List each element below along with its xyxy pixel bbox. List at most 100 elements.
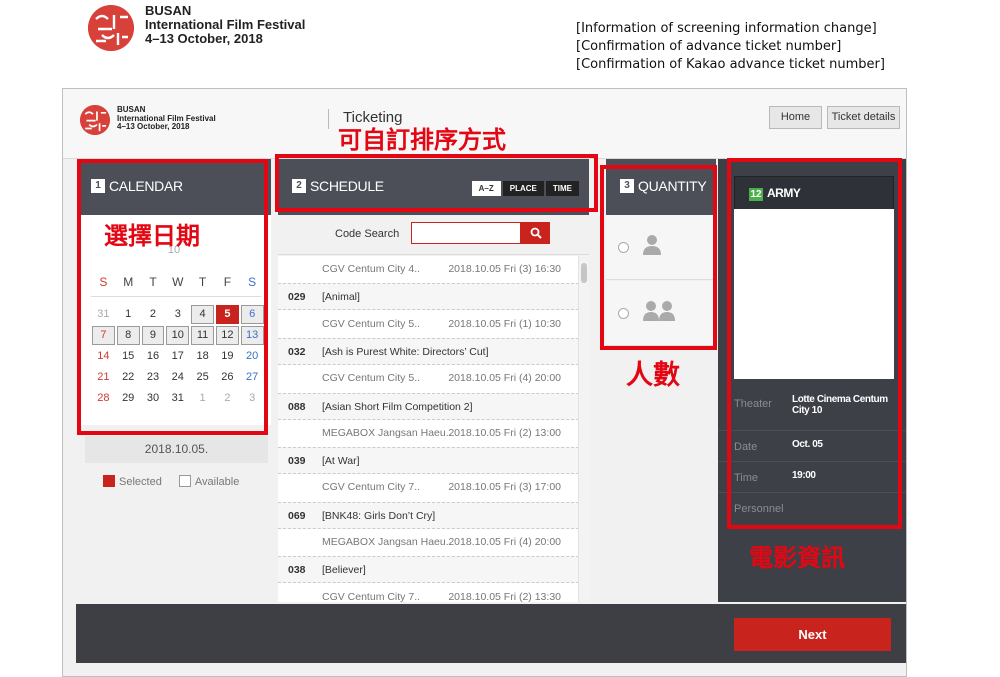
- weekday-label: T: [198, 275, 207, 289]
- quantity-title: QUANTITY: [638, 178, 707, 194]
- calendar-day[interactable]: 13: [240, 326, 264, 345]
- screening-change-link[interactable]: [Information of screening information ch…: [576, 20, 885, 38]
- selected-swatch: [103, 475, 115, 487]
- movie-row[interactable]: 069 [BNK48: Girls Don’t Cry]: [278, 501, 589, 529]
- calendar-day[interactable]: 17: [165, 347, 190, 368]
- movie-code: 039: [288, 455, 306, 468]
- legend-selected: Selected: [119, 476, 162, 488]
- sort-buttons: A–Z PLACE TIME: [470, 178, 579, 196]
- theater-row: Theater Lotte Cinema Centum City 10: [718, 382, 906, 431]
- calendar-day[interactable]: 22: [116, 368, 141, 389]
- calendar-day[interactable]: 11: [191, 326, 214, 345]
- showtime-time: 2018.10.05 Fri (1) 10:30: [448, 317, 561, 330]
- sort-az-button[interactable]: A–Z: [471, 181, 501, 196]
- movie-title-bar: 12 ARMY: [734, 176, 894, 210]
- theater-value: Lotte Cinema Centum City 10: [792, 394, 888, 416]
- calendar-day[interactable]: 30: [141, 389, 166, 410]
- calendar-day[interactable]: 10: [166, 326, 190, 345]
- calendar-day[interactable]: 31: [165, 389, 190, 410]
- calendar-day[interactable]: 27: [240, 368, 265, 389]
- calendar-day[interactable]: 3: [165, 305, 190, 326]
- step-number: 2: [292, 179, 306, 193]
- movie-row[interactable]: 039 [At War]: [278, 447, 589, 475]
- selected-date: 2018.10.05.: [85, 436, 268, 463]
- showtime-row[interactable]: MEGABOX Jangsan Haeu.. 2018.10.05 Fri (4)…: [278, 529, 589, 556]
- app-footer: Next: [76, 604, 906, 663]
- calendar-day[interactable]: 28: [91, 389, 116, 410]
- calendar-day[interactable]: 16: [141, 347, 166, 368]
- showtime-row[interactable]: CGV Centum City 5.. 2018.10.05 Fri (4) 20…: [278, 365, 589, 393]
- calendar-grid: 31 1 2 3 4 5 6 7 8 9 10 11 12 13 14 15 16 17 18 19 20 21 22 23 2…: [91, 305, 265, 410]
- time-label: Time: [734, 472, 759, 484]
- festival-logo: [80, 105, 110, 135]
- showtime-row[interactable]: CGV Centum City 5.. 2018.10.05 Fri (1) 10…: [278, 310, 589, 338]
- age-rating-badge: 12: [749, 188, 763, 201]
- quantity-radio-one[interactable]: [618, 242, 629, 253]
- ticketing-app: BUSAN International Film Festival 4–13 O…: [62, 88, 907, 677]
- home-button[interactable]: Home: [769, 106, 822, 129]
- showtime-place: CGV Centum City 4..: [322, 263, 421, 275]
- calendar-day[interactable]: 21: [91, 368, 116, 389]
- showtime-time: 2018.10.05 Fri (4) 20:00: [448, 536, 561, 548]
- calendar-day[interactable]: 5: [215, 305, 239, 324]
- calendar-day[interactable]: 4: [191, 305, 214, 324]
- weekday-label: S: [248, 275, 257, 289]
- calendar-day[interactable]: 25: [190, 368, 215, 389]
- calendar-day[interactable]: 24: [165, 368, 190, 389]
- kakao-ticket-link[interactable]: [Confirmation of Kakao advance ticket nu…: [576, 56, 885, 74]
- calendar-day[interactable]: 19: [215, 347, 240, 368]
- scrollbar[interactable]: [578, 256, 589, 602]
- search-button[interactable]: [521, 222, 550, 244]
- advance-ticket-link[interactable]: [Confirmation of advance ticket number]: [576, 38, 885, 56]
- movie-title: [Animal]: [322, 291, 360, 304]
- calendar-day[interactable]: 20: [240, 347, 265, 368]
- calendar-day[interactable]: 7: [92, 326, 115, 345]
- movie-row[interactable]: 038 [Believer]: [278, 556, 589, 584]
- movie-row[interactable]: 029 [Animal]: [278, 283, 589, 311]
- showtime-place: CGV Centum City 7..: [322, 481, 421, 494]
- ticket-details-button[interactable]: Ticket details: [827, 106, 900, 129]
- showtime-row[interactable]: CGV Centum City 7.. 2018.10.05 Fri (2) 13…: [278, 583, 589, 602]
- next-button[interactable]: Next: [734, 618, 891, 651]
- calendar-day[interactable]: 15: [116, 347, 141, 368]
- movie-title: [BNK48: Girls Don’t Cry]: [322, 509, 436, 522]
- sort-place-button[interactable]: PLACE: [502, 181, 544, 196]
- calendar-day: 2: [224, 392, 231, 404]
- calendar-day[interactable]: 18: [190, 347, 215, 368]
- sort-time-button[interactable]: TIME: [545, 181, 579, 196]
- showtime-place: MEGABOX Jangsan Haeu..: [322, 426, 452, 439]
- header-divider: [328, 109, 329, 129]
- quantity-option-one[interactable]: [606, 215, 716, 280]
- calendar-header: 1 CALENDAR: [77, 159, 271, 215]
- quantity-option-two[interactable]: [606, 281, 716, 346]
- calendar-day[interactable]: 29: [116, 389, 141, 410]
- scroll-thumb[interactable]: [581, 263, 587, 283]
- movie-title: [Ash is Purest White: Directors’ Cut]: [322, 345, 489, 358]
- single-person-icon: [643, 235, 661, 255]
- showtime-row[interactable]: CGV Centum City 7.. 2018.10.05 Fri (3) 17…: [278, 474, 589, 502]
- schedule-title: SCHEDULE: [310, 178, 384, 194]
- time-value: 19:00: [792, 470, 816, 481]
- quantity-annotation: 人數: [626, 360, 680, 391]
- calendar-day[interactable]: 26: [215, 368, 240, 389]
- showtime-time: 2018.10.05 Fri (3) 16:30: [448, 263, 561, 275]
- calendar-day[interactable]: 14: [91, 347, 116, 368]
- calendar-day[interactable]: 9: [141, 326, 165, 345]
- calendar-day[interactable]: 12: [215, 326, 239, 345]
- date-label: Date: [734, 441, 758, 453]
- calendar-day[interactable]: 6: [240, 305, 264, 324]
- quantity-radio-two[interactable]: [618, 308, 629, 319]
- app-festival-title: BUSAN International Film Festival 4–13 O…: [117, 105, 216, 131]
- calendar-day[interactable]: 1: [116, 305, 141, 326]
- code-search-input[interactable]: [411, 222, 521, 244]
- calendar-day[interactable]: 2: [141, 305, 166, 326]
- movie-row[interactable]: 032 [Ash is Purest White: Directors’ Cut]: [278, 337, 589, 365]
- movie-row[interactable]: 088 [Asian Short Film Competition 2]: [278, 392, 589, 420]
- showtime-place: CGV Centum City 7..: [322, 590, 421, 602]
- showtime-row[interactable]: MEGABOX Jangsan Haeu.. 2018.10.05 Fri (2)…: [278, 419, 589, 447]
- code-search-bar: Code Search: [278, 215, 589, 255]
- showtime-row[interactable]: CGV Centum City 4.. 2018.10.05 Fri (3) 16…: [278, 256, 589, 283]
- movie-title: [Believer]: [322, 564, 366, 577]
- calendar-day[interactable]: 23: [141, 368, 166, 389]
- calendar-day[interactable]: 8: [116, 326, 140, 345]
